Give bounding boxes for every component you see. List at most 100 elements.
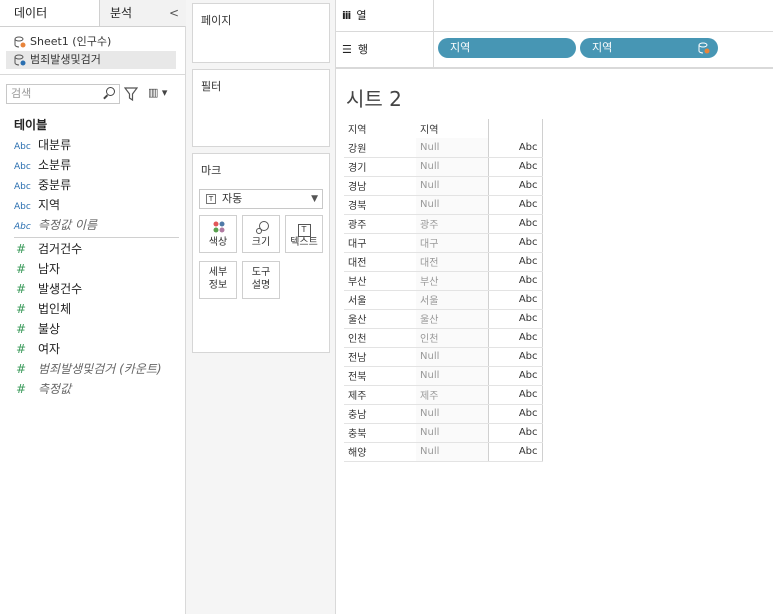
table-cell-header[interactable]: 울산 <box>344 309 416 329</box>
tooltip-button[interactable]: 도구 설명 <box>242 261 280 299</box>
field-dimension[interactable]: Abc 소분류 <box>14 156 71 174</box>
table-cell-header[interactable]: 충북 <box>344 423 416 443</box>
field-dimension[interactable]: Abc 지역 <box>14 196 60 214</box>
table-cell-header[interactable]: 경북 <box>344 195 416 215</box>
table-cell-value[interactable]: Abc <box>487 347 543 367</box>
table-cell-header[interactable]: 부산 <box>344 271 416 291</box>
row-pill-region-2[interactable]: 지역 <box>580 38 718 58</box>
table-cell-header[interactable]: Null <box>416 423 488 443</box>
number-type-icon: # <box>16 242 27 256</box>
cards-column: 페이지 필터 마크 T 자동 ▼ 색상 크기 T 텍스트 세부 정보 도구 설명 <box>186 0 336 614</box>
table-row: 대구 대구 Abc <box>344 233 543 253</box>
table-cell-header[interactable]: 전남 <box>344 347 416 367</box>
field-measure-values[interactable]: # 측정값 <box>14 380 71 398</box>
table-cell-value[interactable]: Abc <box>487 233 543 253</box>
table-cell-header[interactable]: 인천 <box>416 328 488 348</box>
table-cell-value[interactable]: Abc <box>487 252 543 272</box>
field-measure-count[interactable]: # 범죄발생및검거 (카운트) <box>14 360 162 378</box>
rows-icon: ☰ <box>342 43 352 56</box>
table-cell-value[interactable]: Abc <box>487 404 543 424</box>
color-button[interactable]: 색상 <box>199 215 237 253</box>
field-measure[interactable]: # 불상 <box>14 320 60 338</box>
table-cell-header[interactable]: 서울 <box>344 290 416 310</box>
table-row: 충북 Null Abc <box>344 423 543 443</box>
table-cell-header[interactable]: 대구 <box>344 233 416 253</box>
columns-shelf[interactable]: iii 열 <box>336 0 773 32</box>
table-cell-header[interactable]: Null <box>416 404 488 424</box>
table-cell-header[interactable]: Null <box>416 366 488 386</box>
mark-type-dropdown[interactable]: T 자동 ▼ <box>199 189 323 209</box>
row-pill-region[interactable]: 지역 <box>438 38 576 58</box>
table-cell-header[interactable]: Null <box>416 195 488 215</box>
header-region-2[interactable]: 지역 <box>416 119 488 138</box>
pill-label: 지역 <box>592 41 613 54</box>
table-cell-header[interactable]: 대전 <box>344 252 416 272</box>
table-cell-header[interactable]: 경기 <box>344 157 416 177</box>
table-cell-header[interactable]: 인천 <box>344 328 416 348</box>
table-cell-value[interactable]: Abc <box>487 138 543 158</box>
string-type-icon: Abc <box>14 182 31 192</box>
table-cell-header[interactable]: 서울 <box>416 290 488 310</box>
table-cell-header[interactable]: Null <box>416 157 488 177</box>
table-cell-header[interactable]: 충남 <box>344 404 416 424</box>
table-cell-value[interactable]: Abc <box>487 328 543 348</box>
filters-card[interactable]: 필터 <box>192 69 330 147</box>
table-cell-header[interactable]: 울산 <box>416 309 488 329</box>
datasource-item-selected[interactable]: 범죄발생및검거 <box>6 51 176 69</box>
table-cell-value[interactable]: Abc <box>487 423 543 443</box>
header-region[interactable]: 지역 <box>344 119 416 138</box>
table-cell-header[interactable]: Null <box>416 138 488 158</box>
table-cell-header[interactable]: 해양 <box>344 442 416 462</box>
table-cell-value[interactable]: Abc <box>487 385 543 405</box>
sheet-title: 시트 2 <box>346 87 402 111</box>
text-button[interactable]: T 텍스트 <box>285 215 323 253</box>
crosstab-body: 강원 Null Abc 경기 Null Abc 경남 Null Abc 경북 Null Abc 광주 광주… <box>344 138 543 462</box>
table-cell-header[interactable]: 광주 <box>344 214 416 234</box>
table-cell-value[interactable]: Abc <box>487 442 543 462</box>
table-cell-header[interactable]: Null <box>416 442 488 462</box>
rows-shelf[interactable]: ☰ 행 지역 지역 <box>336 32 773 68</box>
divider <box>0 74 186 75</box>
table-cell-header[interactable]: 부산 <box>416 271 488 291</box>
table-cell-header[interactable]: 전북 <box>344 366 416 386</box>
field-measure[interactable]: # 발생건수 <box>14 280 82 298</box>
field-measure[interactable]: # 여자 <box>14 340 60 358</box>
field-measure-names[interactable]: Abc 측정값 이름 <box>14 216 97 234</box>
table-cell-value[interactable]: Abc <box>487 195 543 215</box>
text-icon-glyph: T <box>297 224 311 237</box>
field-dimension[interactable]: Abc 대분류 <box>14 136 71 154</box>
table-cell-header[interactable]: 광주 <box>416 214 488 234</box>
pages-title: 페이지 <box>201 14 232 27</box>
table-row: 강원 Null Abc <box>344 138 543 158</box>
table-cell-header[interactable]: 대구 <box>416 233 488 253</box>
table-cell-header[interactable]: Null <box>416 347 488 367</box>
table-cell-value[interactable]: Abc <box>487 157 543 177</box>
table-cell-value[interactable]: Abc <box>487 366 543 386</box>
search-input[interactable]: 검색 <box>6 84 120 104</box>
table-cell-value[interactable]: Abc <box>487 290 543 310</box>
tab-data[interactable]: 데이터 <box>0 0 100 26</box>
datasource-item[interactable]: Sheet1 (인구수) <box>14 33 111 51</box>
field-measure[interactable]: # 남자 <box>14 260 60 278</box>
table-cell-value[interactable]: Abc <box>487 309 543 329</box>
size-button[interactable]: 크기 <box>242 215 280 253</box>
view-options-icon[interactable]: ▥ ▾ <box>148 86 167 99</box>
collapse-pane-icon[interactable]: < <box>169 0 179 26</box>
field-measure[interactable]: # 법인체 <box>14 300 71 318</box>
table-cell-value[interactable]: Abc <box>487 214 543 234</box>
table-cell-value[interactable]: Abc <box>487 271 543 291</box>
table-cell-header[interactable]: 대전 <box>416 252 488 272</box>
table-cell-header[interactable]: 강원 <box>344 138 416 158</box>
table-cell-header[interactable]: Null <box>416 176 488 196</box>
filter-icon[interactable] <box>124 86 138 102</box>
crosstab: 지역 지역 강원 Null Abc 경기 Null Abc 경남 Null Abc 경북 Null A… <box>344 119 543 462</box>
table-cell-header[interactable]: 제주 <box>416 385 488 405</box>
field-measure[interactable]: # 검거건수 <box>14 240 82 258</box>
table-cell-header[interactable]: 제주 <box>344 385 416 405</box>
table-cell-header[interactable]: 경남 <box>344 176 416 196</box>
table-cell-value[interactable]: Abc <box>487 176 543 196</box>
detail-label: 세부 정보 <box>208 267 228 291</box>
field-dimension[interactable]: Abc 중분류 <box>14 176 71 194</box>
pages-card[interactable]: 페이지 <box>192 3 330 63</box>
detail-button[interactable]: 세부 정보 <box>199 261 237 299</box>
